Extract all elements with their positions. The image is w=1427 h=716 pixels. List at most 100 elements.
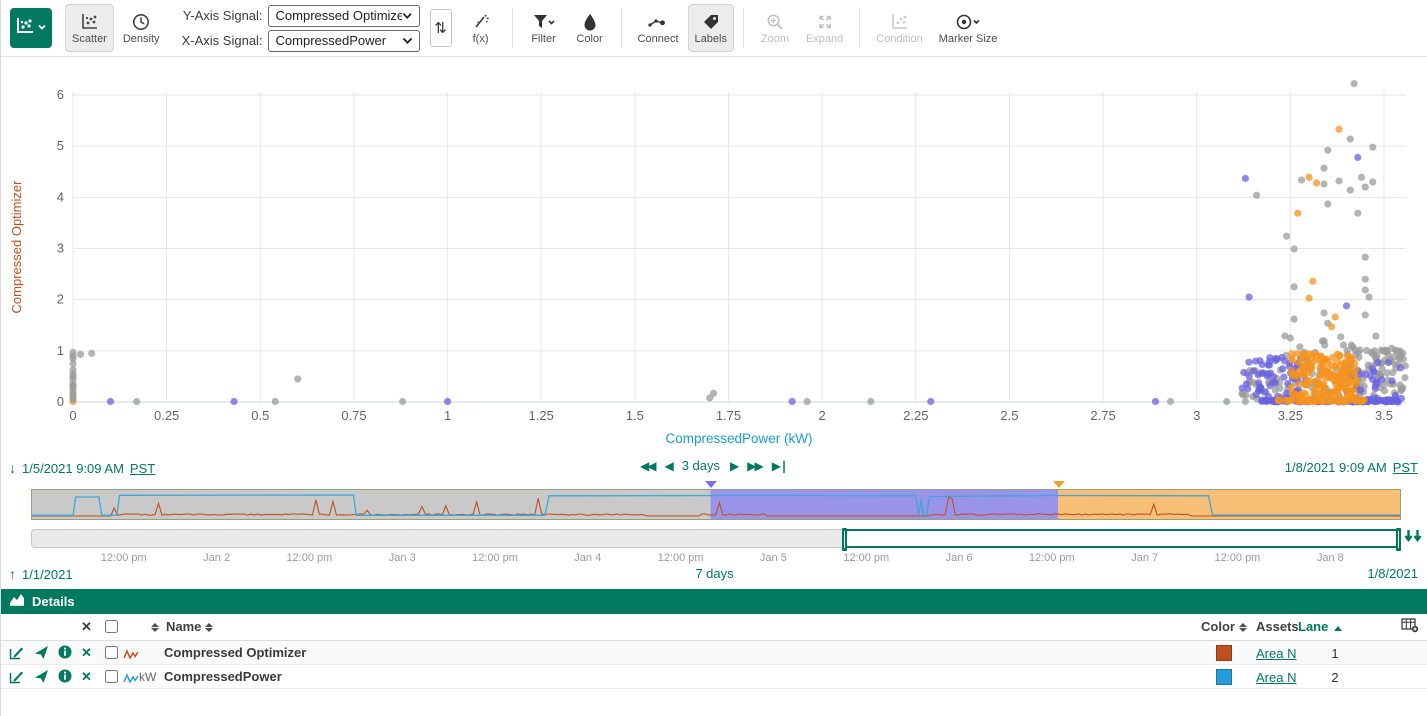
svg-text:2.75: 2.75 [1090, 408, 1115, 423]
marker-size-label: Marker Size [939, 33, 998, 45]
select-chevron-icon [402, 37, 413, 45]
timeline-duration[interactable]: 7 days [1, 566, 1427, 581]
step-back-half-button[interactable]: ◀ [664, 459, 671, 473]
table-row[interactable]: ✕ kW CompressedPower Area N 2 [1, 665, 1427, 689]
item-info-icon[interactable] [58, 645, 72, 662]
seeq-scatterplot-workbench: Scatter Density Y-Axis Signal: Compresse… [0, 0, 1427, 716]
column-header-name[interactable]: Name [166, 619, 213, 634]
x-axis-signal-select[interactable]: CompressedPower [268, 30, 420, 52]
lane-number: 1 [1323, 646, 1347, 661]
condition-label: Condition [876, 33, 922, 45]
range-step-controls: ◀◀ ◀ 3 days ▶ ▶▶ ▶❘ [1, 458, 1427, 473]
auto-update-icon[interactable] [1404, 529, 1424, 551]
column-header-lane[interactable]: Lane [1298, 619, 1342, 634]
swap-axes-button[interactable]: ⇅ [430, 9, 452, 47]
labels-button[interactable]: Labels [688, 4, 734, 52]
svg-text:3: 3 [57, 240, 64, 255]
svg-text:5: 5 [57, 138, 64, 153]
filter-button[interactable]: Filter [522, 4, 566, 52]
add-column-icon[interactable] [1401, 617, 1419, 636]
fx-tools-label: f(x) [473, 33, 489, 45]
edit-properties-icon[interactable] [9, 669, 24, 687]
date-axis-tick-label: Jan 7 [1131, 552, 1158, 564]
svg-text:0.25: 0.25 [154, 408, 179, 423]
details-table-header: ✕ Name Color Assets Lane [1, 614, 1427, 641]
funnel-icon [532, 11, 556, 31]
signal-icon [123, 672, 139, 687]
color-swatch[interactable] [1216, 645, 1232, 661]
date-axis-tick-label: Jan 4 [574, 552, 601, 564]
asset-link[interactable]: Area N [1256, 670, 1296, 685]
sort-type-icon[interactable] [147, 619, 159, 634]
range-left-grip[interactable] [842, 528, 847, 551]
chart-type-dropdown-button[interactable] [10, 8, 52, 48]
timeline-strip[interactable] [31, 489, 1401, 520]
sort-ascending-icon [1334, 626, 1342, 631]
asset-swap-icon[interactable] [34, 669, 49, 687]
item-info-icon[interactable] [58, 669, 72, 686]
asset-swap-icon[interactable] [34, 645, 49, 663]
column-header-assets[interactable]: Assets [1256, 619, 1299, 634]
svg-text:6: 6 [57, 87, 64, 102]
svg-text:1.5: 1.5 [626, 408, 644, 423]
investigate-range-scrollbar: 12:00 pmJan 212:00 pmJan 312:00 pmJan 41… [1, 527, 1427, 567]
step-to-end-button[interactable]: ▶❘ [772, 459, 789, 473]
remove-item-icon[interactable]: ✕ [81, 645, 92, 661]
toolbar: Scatter Density Y-Axis Signal: Compresse… [1, 0, 1427, 57]
svg-text:3.25: 3.25 [1278, 408, 1303, 423]
select-all-checkbox[interactable] [105, 620, 118, 636]
edit-properties-icon[interactable] [9, 645, 24, 663]
color-swatch[interactable] [1216, 669, 1232, 685]
expand-label: Expand [806, 33, 843, 45]
fx-tools-button[interactable]: f(x) [459, 4, 503, 52]
remove-all-icon[interactable]: ✕ [81, 619, 92, 635]
step-forward-full-button[interactable]: ▶▶ [747, 459, 761, 473]
display-range-end-date[interactable]: 1/8/2021 9:09 AM [1285, 460, 1387, 475]
row-checkbox[interactable] [105, 670, 118, 686]
svg-text:0: 0 [69, 408, 76, 423]
svg-text:1: 1 [444, 408, 451, 423]
expand-arrows-icon [816, 11, 834, 31]
toolbar-separator [743, 8, 744, 48]
labels-label: Labels [695, 33, 727, 45]
density-mode-button[interactable]: Density [116, 4, 167, 52]
svg-text:0.75: 0.75 [341, 408, 366, 423]
timeline-end-date[interactable]: 1/8/2021 [1367, 566, 1418, 581]
marker-size-button[interactable]: Marker Size [932, 4, 1005, 52]
date-axis-tick-label: 12:00 pm [658, 552, 704, 564]
item-name[interactable]: CompressedPower [164, 669, 282, 684]
date-axis-tick-label: Jan 8 [1317, 552, 1344, 564]
svg-text:2: 2 [819, 408, 826, 423]
scrollbar-track[interactable] [31, 529, 1401, 548]
capsule-start-marker [705, 481, 717, 488]
range-right-grip[interactable] [1396, 528, 1401, 551]
asset-link[interactable]: Area N [1256, 646, 1296, 661]
scatter-plot[interactable]: 00.250.50.7511.251.51.7522.252.52.7533.2… [1, 57, 1427, 455]
scatter-mode-icon [80, 11, 99, 31]
area-chart-icon [9, 592, 25, 611]
chevron-down-icon [37, 19, 47, 37]
step-forward-half-button[interactable]: ▶ [730, 459, 737, 473]
details-panel-header[interactable]: Details [1, 589, 1427, 614]
toolbar-separator [512, 8, 513, 48]
table-row[interactable]: ✕ Compressed Optimizer Area N 1 [1, 641, 1427, 665]
column-header-color[interactable]: Color [1201, 619, 1247, 634]
scatter-mode-button[interactable]: Scatter [65, 4, 114, 52]
y-axis-signal-label: Y-Axis Signal: [178, 8, 263, 23]
step-size-label[interactable]: 3 days [682, 458, 720, 473]
date-axis-tick-label: 12:00 pm [286, 552, 332, 564]
row-checkbox[interactable] [105, 646, 118, 662]
selected-range-handle[interactable] [844, 529, 1399, 548]
connect-button[interactable]: Connect [631, 4, 686, 52]
date-axis-tick-label: 12:00 pm [472, 552, 518, 564]
remove-item-icon[interactable]: ✕ [81, 669, 92, 685]
marker-size-icon [955, 11, 981, 31]
display-range-end-timezone[interactable]: PST [1393, 460, 1418, 475]
color-button[interactable]: Color [568, 4, 612, 52]
expand-button: Expand [799, 4, 850, 52]
item-name[interactable]: Compressed Optimizer [164, 645, 306, 660]
select-chevron-icon [402, 12, 412, 20]
y-axis-signal-select[interactable]: Compressed Optimizer [268, 5, 420, 27]
svg-text:1.25: 1.25 [529, 408, 554, 423]
step-back-full-button[interactable]: ◀◀ [640, 459, 654, 473]
